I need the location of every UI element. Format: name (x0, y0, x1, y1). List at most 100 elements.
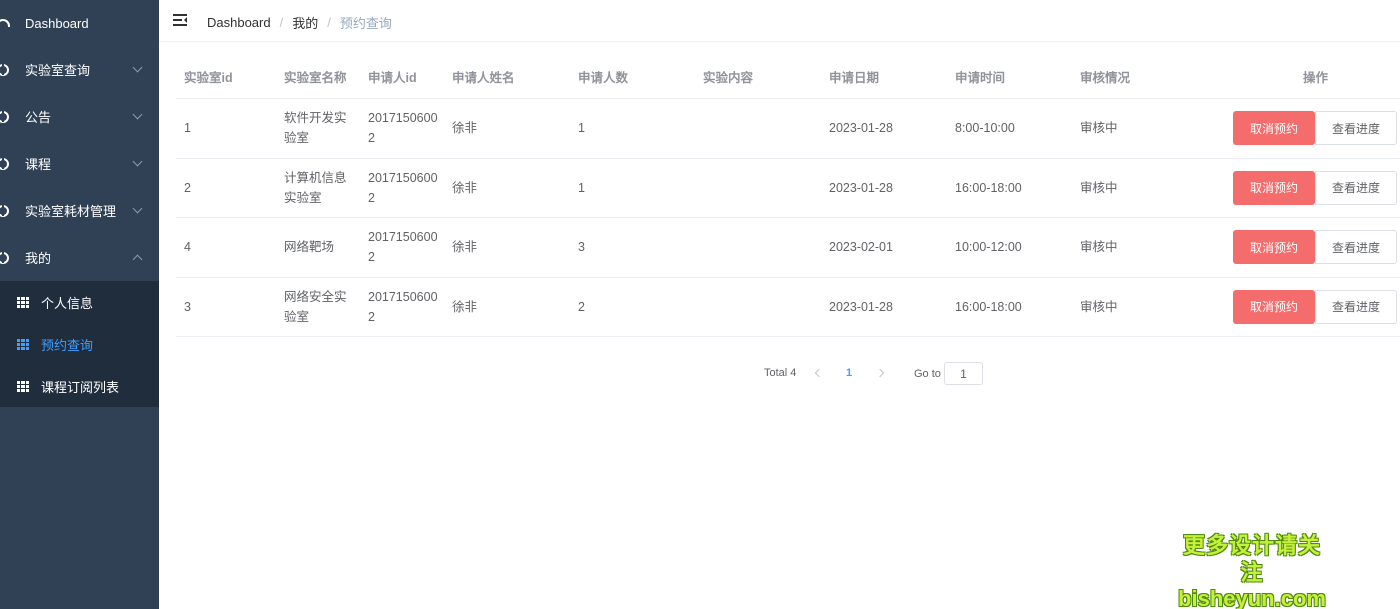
chevron-down-icon (132, 203, 143, 214)
cell-applicant-id: 20171506002 (368, 170, 438, 205)
hamburger-icon[interactable] (173, 14, 187, 26)
cell-count: 3 (578, 240, 585, 255)
power-icon (0, 63, 10, 77)
cell-count: 1 (578, 121, 585, 136)
sidebar-submenu: 个人信息 预约查询 课程订阅列表 (0, 281, 159, 407)
sidebar-item-announcement[interactable]: 公告 (0, 93, 159, 140)
sidebar-subitem-label: 个人信息 (41, 295, 94, 311)
table-row: 3 网络安全实验室 20171506002 徐非 2 2023-01-28 16… (176, 278, 1400, 337)
cell-date: 2023-01-28 (829, 180, 893, 195)
breadcrumb-item-current: 预约查询 (339, 16, 392, 31)
cell-applicant-name: 徐非 (452, 180, 478, 195)
sidebar-item-label: 公告 (25, 110, 52, 125)
sidebar-item-label: 我的 (25, 251, 52, 266)
breadcrumb-separator: / (327, 15, 331, 30)
power-icon (0, 251, 10, 265)
reservation-table: 实验室id 实验室名称 申请人id 申请人姓名 申请人数 实验内容 申请日期 申… (176, 57, 1400, 337)
column-header: 申请人姓名 (452, 70, 515, 85)
sidebar-item-label: Dashboard (25, 15, 89, 31)
cell-date: 2023-02-01 (829, 240, 893, 255)
power-icon (0, 110, 10, 124)
sidebar-item-dashboard[interactable]: Dashboard (0, 0, 159, 46)
cell-status: 审核中 (1080, 240, 1118, 255)
cell-applicant-id: 20171506002 (368, 111, 438, 146)
column-header: 申请人数 (578, 70, 629, 85)
cell-time: 10:00-12:00 (955, 240, 1022, 255)
cell-lab-name: 软件开发实验室 (284, 111, 347, 146)
cancel-reservation-button[interactable]: 取消预约 (1233, 170, 1315, 205)
cell-count: 1 (578, 180, 585, 195)
column-header: 申请时间 (955, 70, 1006, 85)
cell-time: 16:00-18:00 (955, 299, 1022, 314)
cell-lab-name: 网络靶场 (284, 240, 335, 255)
table-row: 1 软件开发实验室 20171506002 徐非 1 2023-01-28 8:… (176, 99, 1400, 159)
pagination-page-current[interactable]: 1 (846, 367, 852, 379)
view-progress-button[interactable]: 查看进度 (1315, 111, 1397, 145)
column-header: 实验室id (184, 70, 233, 85)
column-header: 实验室名称 (284, 70, 347, 85)
chevron-up-icon (132, 254, 143, 265)
cancel-reservation-button[interactable]: 取消预约 (1233, 289, 1315, 324)
column-header: 实验内容 (703, 70, 754, 85)
cell-lab-name: 网络安全实验室 (284, 289, 347, 324)
sidebar-item-supplies[interactable]: 实验室耗材管理 (0, 187, 159, 234)
cell-count: 2 (578, 299, 585, 314)
cell-applicant-id: 20171506002 (368, 289, 438, 324)
breadcrumb-separator: / (279, 15, 284, 30)
sidebar-item-label: 课程 (25, 157, 52, 172)
power-icon (0, 157, 10, 171)
column-header: 申请人id (368, 70, 417, 85)
cell-lab-id: 2 (184, 180, 191, 195)
pagination-total: Total 4 (764, 367, 797, 379)
column-header: 操作 (1303, 70, 1329, 85)
cell-applicant-id: 20171506002 (368, 230, 438, 265)
cell-lab-id: 4 (184, 240, 191, 255)
chevron-left-icon[interactable] (814, 368, 824, 378)
sidebar-subitem-course-subscriptions[interactable]: 课程订阅列表 (0, 365, 159, 407)
watermark-line1: 更多设计请关注 (1182, 533, 1321, 585)
sidebar-subitem-profile[interactable]: 个人信息 (0, 281, 159, 323)
watermark: 更多设计请关注 bisheyun.com (1172, 532, 1332, 609)
cell-status: 审核中 (1080, 180, 1118, 195)
sidebar-subitem-label: 课程订阅列表 (41, 379, 120, 395)
table-icon (17, 338, 29, 350)
sidebar: Dashboard 实验室查询 公告 课程 实验室耗材管理 我的 个人信息 预约… (0, 0, 159, 609)
view-progress-button[interactable]: 查看进度 (1315, 230, 1397, 264)
cell-status: 审核中 (1080, 299, 1118, 314)
cell-status: 审核中 (1080, 121, 1118, 136)
pagination-goto-label: Go to (914, 368, 941, 380)
cell-lab-name: 计算机信息实验室 (284, 170, 347, 205)
chevron-down-icon (132, 109, 143, 120)
table-row: 4 网络靶场 20171506002 徐非 3 2023-02-01 10:00… (176, 218, 1400, 278)
breadcrumb-item-dashboard[interactable]: Dashboard (207, 15, 271, 30)
sidebar-item-mine[interactable]: 我的 (0, 234, 159, 281)
sidebar-subitem-reservation-query[interactable]: 预约查询 (0, 323, 159, 365)
cell-applicant-name: 徐非 (452, 240, 478, 255)
view-progress-button[interactable]: 查看进度 (1315, 289, 1397, 324)
table-icon (17, 380, 29, 392)
sidebar-item-course[interactable]: 课程 (0, 140, 159, 187)
cell-lab-id: 1 (184, 121, 191, 136)
cell-time: 8:00-10:00 (955, 121, 1015, 136)
watermark-line2: bisheyun.com (1178, 586, 1326, 609)
column-header: 申请日期 (829, 70, 880, 85)
chevron-right-icon[interactable] (875, 368, 885, 378)
cell-applicant-name: 徐非 (452, 121, 478, 136)
cell-date: 2023-01-28 (829, 121, 893, 136)
dashboard-icon (0, 16, 10, 30)
cell-date: 2023-01-28 (829, 299, 893, 314)
pagination-goto-input[interactable]: 1 (944, 362, 983, 385)
cell-applicant-name: 徐非 (452, 299, 478, 314)
table-icon (17, 296, 29, 308)
chevron-down-icon (132, 156, 143, 167)
cancel-reservation-button[interactable]: 取消预约 (1233, 230, 1315, 264)
table-header-row: 实验室id 实验室名称 申请人id 申请人姓名 申请人数 实验内容 申请日期 申… (176, 57, 1400, 99)
cancel-reservation-button[interactable]: 取消预约 (1233, 111, 1315, 145)
chevron-down-icon (132, 62, 143, 73)
sidebar-item-label: 实验室查询 (25, 63, 91, 78)
breadcrumb: Dashboard / 我的 / 预约查询 (207, 13, 392, 32)
sidebar-item-label: 实验室耗材管理 (25, 204, 117, 219)
sidebar-item-lab-query[interactable]: 实验室查询 (0, 46, 159, 93)
view-progress-button[interactable]: 查看进度 (1315, 170, 1397, 205)
table-row: 2 计算机信息实验室 20171506002 徐非 1 2023-01-28 1… (176, 159, 1400, 218)
